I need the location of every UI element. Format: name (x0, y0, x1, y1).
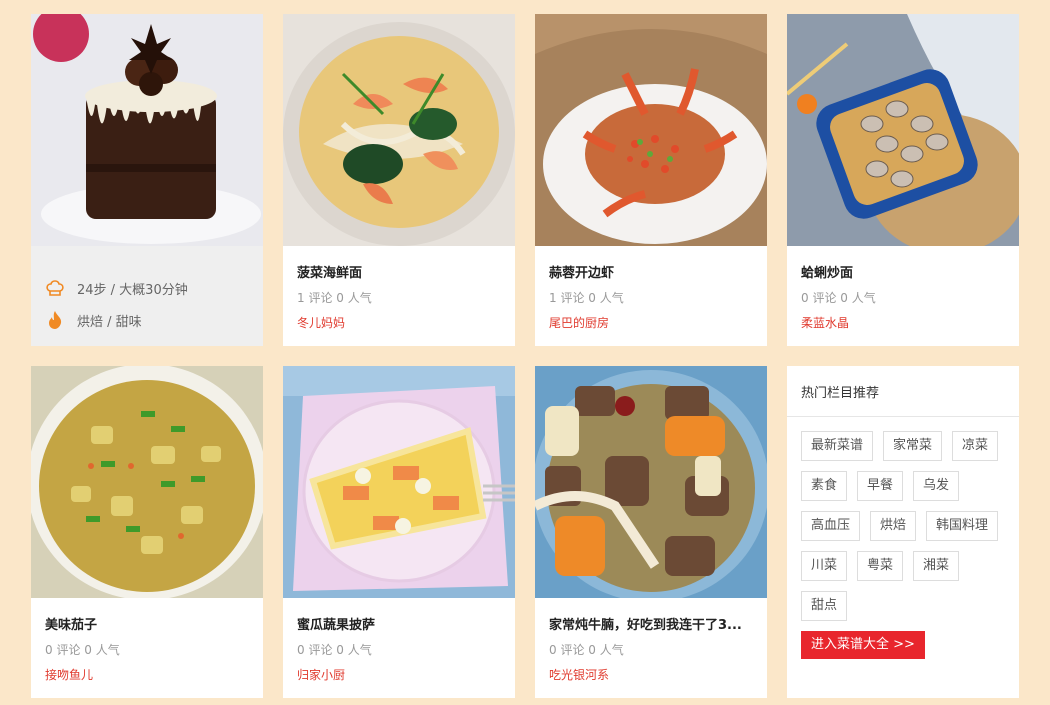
cake-image (31, 14, 263, 246)
recipe-author[interactable]: 尾巴的厨房 (549, 314, 753, 331)
category-tag[interactable]: 乌发 (913, 471, 960, 501)
category-tag[interactable]: 川菜 (801, 551, 848, 581)
recipe-image[interactable] (535, 366, 767, 598)
recipe-meta: 0 评论 0 人气 (801, 291, 876, 305)
recipe-image[interactable] (31, 14, 263, 246)
recipe-card[interactable]: 家常炖牛腩，好吃到我连干了3... 0 评论 0 人气 吃光银河系 (535, 366, 767, 698)
recipe-author[interactable]: 柔蓝水晶 (801, 314, 1005, 331)
recipe-author[interactable]: 吃光银河系 (549, 666, 753, 683)
category-tag[interactable]: 高血压 (801, 511, 861, 541)
recipe-title[interactable]: 家常炖牛腩，好吃到我连干了3... (549, 614, 753, 633)
recipe-meta: 0 评论 0 人气 (297, 643, 372, 657)
recipe-hover-info: 24步 / 大概30分钟 烘焙 / 甜味 (31, 246, 263, 336)
hot-categories-panel: 热门栏目推荐 最新菜谱 家常菜 凉菜 素食 早餐 乌发 高血压 烘焙 韩国料理 … (787, 366, 1019, 698)
chef-hat-icon (45, 278, 65, 298)
recipe-author[interactable]: 接吻鱼儿 (45, 666, 249, 683)
recipe-meta: 1 评论 0 人气 (297, 291, 372, 305)
panel-title: 热门栏目推荐 (787, 366, 1019, 417)
recipe-image[interactable] (283, 14, 515, 246)
category-tag[interactable]: 甜点 (801, 591, 848, 621)
recipe-image[interactable] (787, 14, 1019, 246)
recipe-card[interactable]: 美味茄子 0 评论 0 人气 接吻鱼儿 (31, 366, 263, 698)
category-tag[interactable]: 家常菜 (883, 431, 943, 461)
recipe-grid: 24步 / 大概30分钟 烘焙 / 甜味 菠菜海鲜面 1 评论 0 人气 冬儿妈… (0, 0, 1050, 705)
recipe-card[interactable]: 菠菜海鲜面 1 评论 0 人气 冬儿妈妈 (283, 14, 515, 346)
recipe-title[interactable]: 美味茄子 (45, 614, 249, 633)
category-tag[interactable]: 素食 (801, 471, 848, 501)
recipe-image[interactable] (31, 366, 263, 598)
recipe-meta: 0 评论 0 人气 (45, 643, 120, 657)
recipe-author[interactable]: 归家小厨 (297, 666, 501, 683)
recipe-steps: 24步 / 大概30分钟 (77, 282, 188, 298)
clam-noodle-image (787, 14, 1019, 246)
recipe-image[interactable] (535, 14, 767, 246)
recipe-title[interactable]: 蒜蓉开边虾 (549, 262, 753, 281)
melon-pizza-image (283, 366, 515, 598)
category-tag[interactable]: 韩国料理 (926, 511, 999, 541)
category-tags: 最新菜谱 家常菜 凉菜 素食 早餐 乌发 高血压 烘焙 韩国料理 川菜 粤菜 湘… (787, 417, 1019, 621)
flame-icon (45, 310, 65, 330)
recipe-meta: 1 评论 0 人气 (549, 291, 624, 305)
enter-recipes-button[interactable]: 进入菜谱大全 >> (801, 631, 925, 659)
recipe-tags: 烘焙 / 甜味 (77, 314, 142, 330)
recipe-author[interactable]: 冬儿妈妈 (297, 314, 501, 331)
category-tag[interactable]: 粤菜 (857, 551, 904, 581)
recipe-title[interactable]: 蜜瓜蔬果披萨 (297, 614, 501, 633)
category-tag[interactable]: 湘菜 (913, 551, 960, 581)
category-tag[interactable]: 早餐 (857, 471, 904, 501)
recipe-card[interactable]: 蒜蓉开边虾 1 评论 0 人气 尾巴的厨房 (535, 14, 767, 346)
recipe-image[interactable] (283, 366, 515, 598)
recipe-title[interactable]: 菠菜海鲜面 (297, 262, 501, 281)
recipe-title[interactable]: 蛤蜊炒面 (801, 262, 1005, 281)
recipe-card[interactable]: 蛤蜊炒面 0 评论 0 人气 柔蓝水晶 (787, 14, 1019, 346)
category-tag[interactable]: 最新菜谱 (801, 431, 874, 461)
category-tag[interactable]: 凉菜 (952, 431, 999, 461)
seafood-noodle-image (283, 14, 515, 246)
recipe-card[interactable]: 蜜瓜蔬果披萨 0 评论 0 人气 归家小厨 (283, 366, 515, 698)
category-tag[interactable]: 烘焙 (870, 511, 917, 541)
recipe-meta: 0 评论 0 人气 (549, 643, 624, 657)
recipe-card[interactable]: 24步 / 大概30分钟 烘焙 / 甜味 (31, 14, 263, 346)
garlic-shrimp-image (535, 14, 767, 246)
eggplant-image (31, 366, 263, 598)
beef-brisket-image (535, 366, 767, 598)
